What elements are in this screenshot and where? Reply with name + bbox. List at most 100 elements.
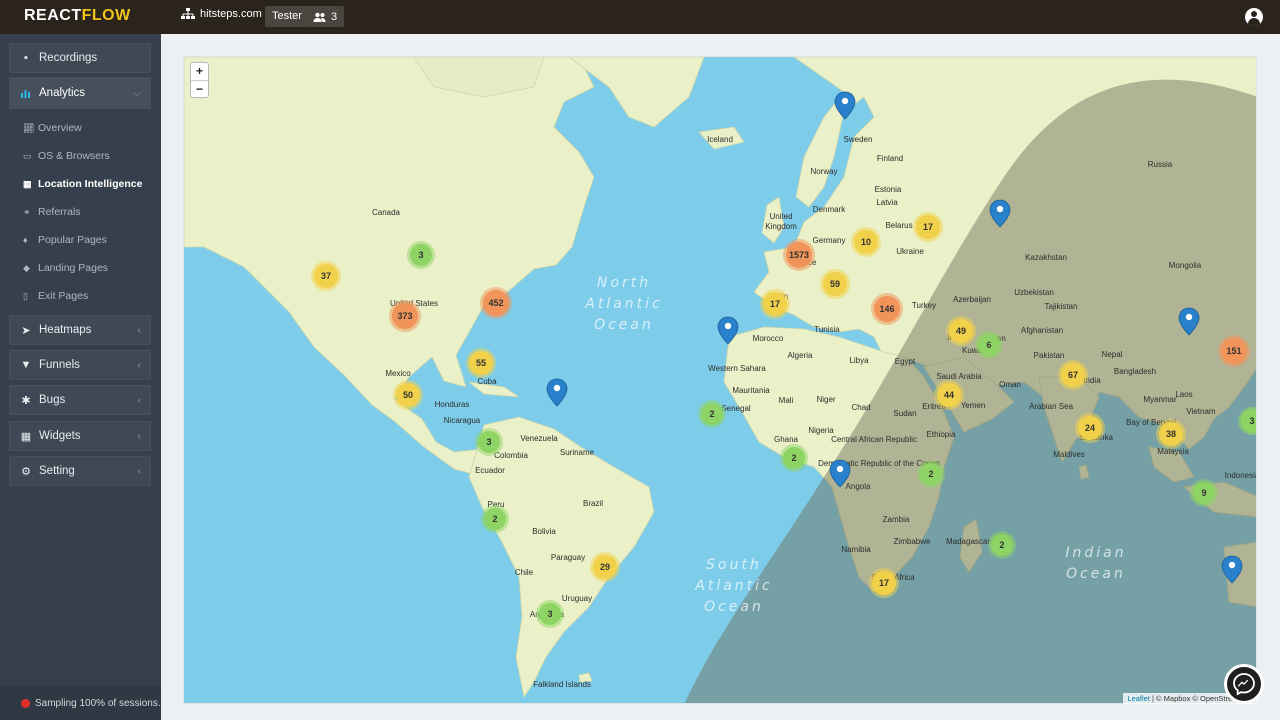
- sidebar-item-analytics[interactable]: Analytics ⌵: [9, 77, 151, 109]
- cluster-marker[interactable]: 2: [698, 400, 726, 428]
- cluster-count: 10: [861, 237, 871, 247]
- country-label: Venezuela: [520, 434, 558, 443]
- country-label: Egypt: [895, 357, 916, 366]
- country-label: Chile: [515, 568, 534, 577]
- grid-icon: ▦: [20, 430, 32, 443]
- cluster-marker[interactable]: 9: [1190, 479, 1218, 507]
- country-label: Finland: [877, 154, 903, 163]
- sidebar-subitem-exit-pages[interactable]: ▯ Exit Pages: [23, 290, 88, 302]
- map-canvas[interactable]: North Atlantic Ocean South Atlantic Ocea…: [184, 57, 1257, 704]
- cluster-marker[interactable]: 50: [393, 380, 423, 410]
- country-label: Paraguay: [551, 553, 585, 562]
- cluster-marker[interactable]: 452: [480, 287, 512, 319]
- country-label: Estonia: [875, 185, 902, 194]
- cluster-marker[interactable]: 3: [407, 241, 435, 269]
- diamond-icon: ◆: [23, 262, 30, 273]
- tester-button[interactable]: Tester: [265, 6, 309, 27]
- country-label: Iceland: [707, 135, 733, 144]
- cluster-marker[interactable]: 24: [1075, 413, 1105, 443]
- leaflet-link[interactable]: Leaflet: [1127, 694, 1150, 703]
- country-label: Namibia: [841, 545, 871, 554]
- country-label: Indonesia: [1225, 471, 1257, 480]
- cluster-marker[interactable]: 37: [311, 261, 341, 291]
- cluster-count: 2: [928, 469, 933, 479]
- sidebar-item-widgets[interactable]: ▦ Widgets ‹: [9, 421, 151, 451]
- country-label: Mali: [779, 396, 794, 405]
- cluster-marker[interactable]: 17: [913, 212, 943, 242]
- country-label: Belarus: [885, 221, 912, 230]
- cursor-icon: ➤: [21, 324, 31, 337]
- cluster-count: 3: [486, 437, 491, 447]
- link-icon: ⚭: [23, 206, 31, 217]
- sidebar-item-heatmaps[interactable]: ➤ Heatmaps ‹: [9, 315, 151, 345]
- chevron-left-icon: ‹: [137, 465, 141, 477]
- country-label: Bangladesh: [1114, 367, 1156, 376]
- sidebar-subitem-location-intelligence[interactable]: ▦ Location Intelligence: [23, 178, 142, 190]
- cluster-marker[interactable]: 49: [946, 316, 976, 346]
- cluster-marker[interactable]: 59: [820, 269, 850, 299]
- recording-dot-icon: [21, 698, 30, 708]
- sidebar-subitem-os-browsers[interactable]: ▭ OS & Browsers: [23, 150, 110, 162]
- sidebar-item-bugs[interactable]: ✱ Bugs ‹: [9, 385, 151, 415]
- chevron-left-icon: ‹: [137, 324, 141, 336]
- country-label: Kingdom: [765, 222, 797, 231]
- country-label: Ukraine: [896, 247, 924, 256]
- cluster-marker[interactable]: 146: [871, 293, 903, 325]
- country-label: Libya: [849, 356, 869, 365]
- cluster-marker[interactable]: 6: [975, 331, 1003, 359]
- zoom-control[interactable]: + −: [190, 62, 209, 98]
- cluster-marker[interactable]: 2: [917, 460, 945, 488]
- country-label: Nigeria: [808, 426, 834, 435]
- map-pin-marker[interactable]: [546, 378, 568, 407]
- zoom-in-button[interactable]: +: [191, 63, 208, 80]
- sidebar-subitem-popular-pages[interactable]: ♦ Popular Pages: [23, 234, 107, 246]
- cluster-count: 2: [791, 453, 796, 463]
- country-label: Central African Republic: [831, 435, 917, 444]
- user-avatar-icon[interactable]: [1245, 8, 1263, 26]
- top-navbar: REACTFLOW hitsteps.com ▼ Tester 3: [0, 0, 1280, 34]
- sidebar-subitem-referrals[interactable]: ⚭ Referrals: [23, 206, 81, 218]
- cluster-count: 2: [492, 514, 497, 524]
- cluster-marker[interactable]: 151: [1218, 335, 1250, 367]
- cluster-marker[interactable]: 55: [466, 348, 496, 378]
- messenger-chat-button[interactable]: [1224, 664, 1264, 704]
- team-button[interactable]: 3: [306, 6, 345, 27]
- messenger-icon: [1233, 673, 1255, 696]
- country-label: Chad: [851, 403, 870, 412]
- country-label: Western Sahara: [708, 364, 766, 373]
- cluster-count: 44: [944, 390, 954, 400]
- site-selector[interactable]: hitsteps.com ▼: [181, 8, 275, 20]
- country-label: Yemen: [961, 401, 986, 410]
- cluster-marker[interactable]: 2: [780, 444, 808, 472]
- country-label: Arabian Sea: [1029, 402, 1074, 411]
- fire-icon: ♦: [23, 235, 28, 245]
- sidebar-subitem-landing-pages[interactable]: ◆ Landing Pages: [23, 262, 108, 274]
- sidebar-item-setting[interactable]: ⚙ Setting ‹: [9, 456, 151, 486]
- world-map[interactable]: North Atlantic Ocean South Atlantic Ocea…: [183, 56, 1257, 704]
- cluster-marker[interactable]: 3: [475, 428, 503, 456]
- sidebar-item-recordings[interactable]: ▪ Recordings: [9, 43, 151, 73]
- cluster-marker[interactable]: 17: [760, 289, 790, 319]
- exit-door-icon: ▯: [23, 290, 28, 301]
- country-label: Mauritania: [732, 386, 770, 395]
- cluster-marker[interactable]: 1573: [783, 239, 815, 271]
- country-label: Honduras: [435, 400, 470, 409]
- country-label: Turkey: [912, 301, 936, 310]
- cluster-marker[interactable]: 373: [389, 300, 421, 332]
- cluster-marker[interactable]: 3: [536, 600, 564, 628]
- cluster-marker[interactable]: 38: [1156, 419, 1186, 449]
- cluster-marker[interactable]: 29: [590, 552, 620, 582]
- country-label: Pakistan: [1034, 351, 1065, 360]
- cluster-marker[interactable]: 10: [851, 227, 881, 257]
- sidebar-item-funnels[interactable]: ▼ Funnels ‹: [9, 350, 151, 380]
- country-label: Algeria: [788, 351, 813, 360]
- cluster-marker[interactable]: 2: [988, 531, 1016, 559]
- cluster-marker[interactable]: 2: [481, 505, 509, 533]
- zoom-out-button[interactable]: −: [191, 80, 208, 97]
- cluster-count: 2: [999, 540, 1004, 550]
- cluster-marker[interactable]: 44: [934, 380, 964, 410]
- sidebar-subitem-overview[interactable]: 📈︎ Overview: [23, 122, 82, 134]
- cluster-marker[interactable]: 17: [869, 568, 899, 598]
- cluster-marker[interactable]: 67: [1058, 360, 1088, 390]
- logo[interactable]: REACTFLOW: [24, 7, 131, 25]
